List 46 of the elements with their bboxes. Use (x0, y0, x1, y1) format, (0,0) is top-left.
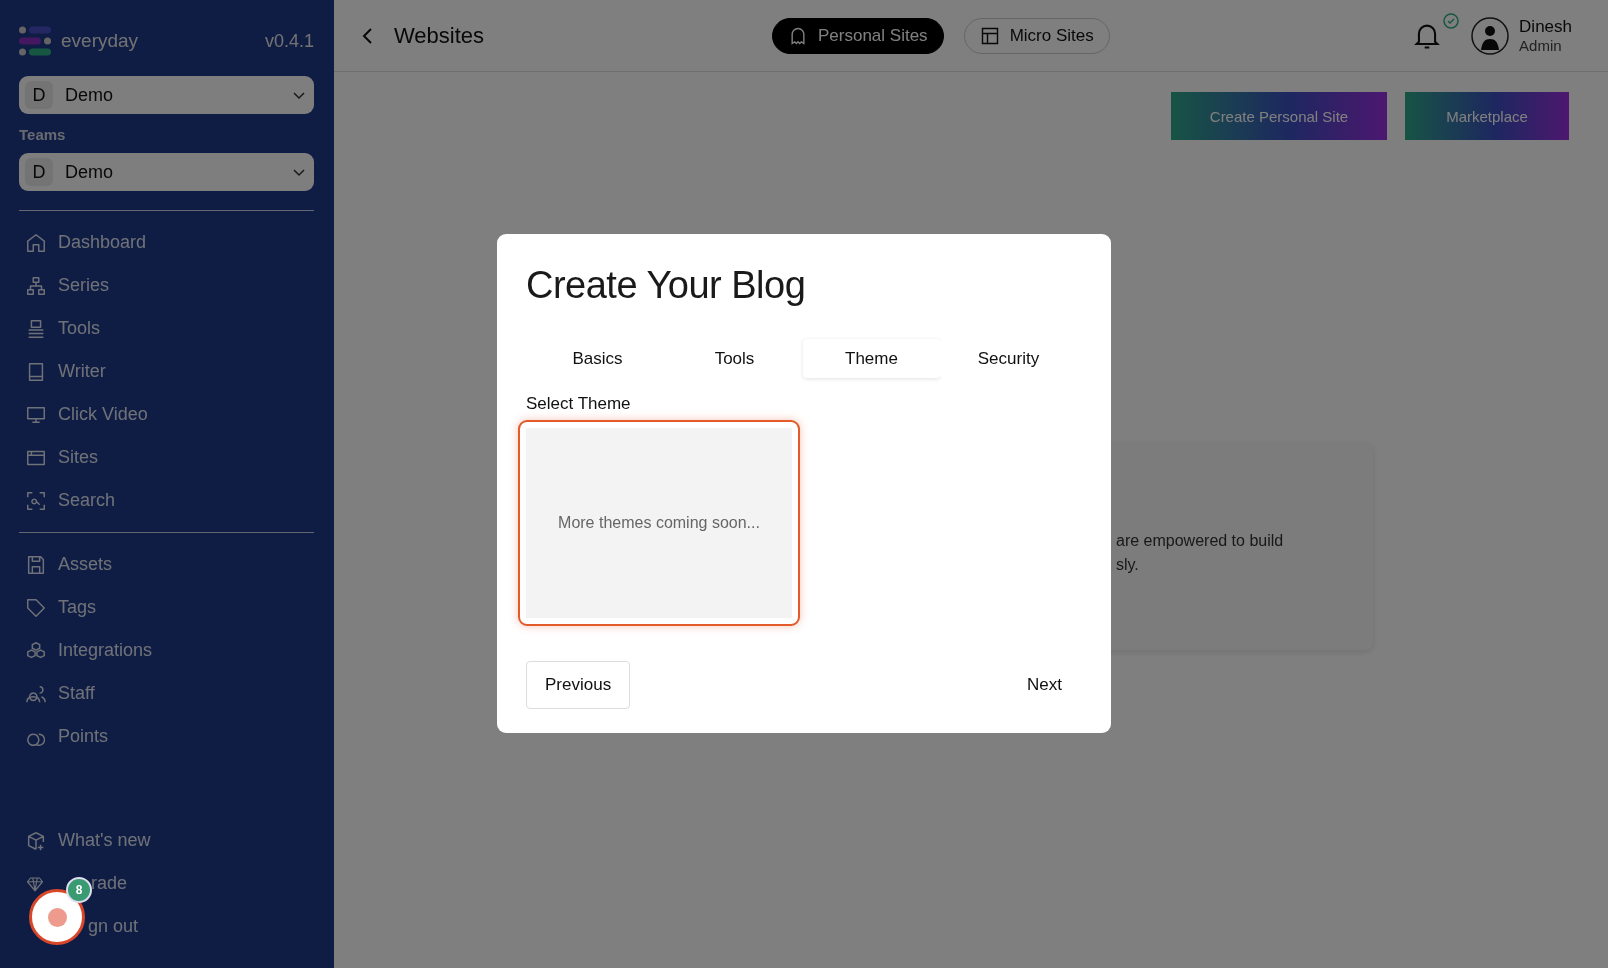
nav-link[interactable]: rade (91, 873, 128, 894)
nav-link[interactable]: gn out (88, 916, 139, 937)
ghost-icon (788, 26, 808, 46)
modal-title: Create Your Blog (526, 264, 807, 307)
brand-name: everyday (61, 30, 139, 52)
check-icon (1443, 12, 1460, 29)
user-role: Admin (1519, 37, 1563, 54)
tag-icon (25, 596, 47, 619)
home-icon (25, 231, 47, 254)
nav-item[interactable]: Sites (19, 436, 99, 479)
nav-item[interactable]: Assets (19, 543, 113, 586)
page-title: Websites (394, 22, 485, 49)
section-label: Select Theme (526, 394, 632, 414)
action-button[interactable]: Create Personal Site (1171, 92, 1387, 140)
nav-item[interactable]: Writer (19, 350, 106, 393)
logo-icon (19, 26, 51, 56)
tree-icon (25, 274, 47, 297)
version-label: v0.4.1 (264, 30, 314, 52)
teams-label: Teams (19, 126, 67, 143)
nav-link[interactable]: What's new (58, 830, 151, 851)
scan-icon (25, 489, 47, 512)
avatar[interactable] (1471, 16, 1510, 55)
nav-item[interactable]: Points (19, 715, 109, 758)
card-text: sly. (1116, 555, 1140, 575)
card-text: are empowered to build (1116, 531, 1285, 551)
step-tab[interactable]: Theme (803, 339, 940, 378)
gem-icon[interactable] (25, 874, 45, 893)
nav-item[interactable]: Staff (19, 672, 95, 715)
nav-item[interactable]: Integrations (19, 629, 153, 672)
layout-icon (979, 26, 1000, 46)
nav-item[interactable]: Dashboard (19, 221, 147, 264)
theme-card[interactable]: More themes coming soon... (518, 420, 800, 626)
section-tab[interactable]: Micro Sites (963, 18, 1110, 54)
team-select[interactable]: D Demo (19, 153, 314, 191)
workspace-select[interactable]: D Demo (19, 76, 314, 114)
nav-item[interactable]: Search (19, 479, 116, 522)
user-name: Dinesh (1519, 17, 1572, 37)
box-icon[interactable] (25, 829, 47, 852)
action-button[interactable]: Marketplace (1405, 92, 1569, 140)
save-icon (25, 553, 47, 576)
nav-item[interactable]: Series (19, 264, 110, 307)
section-tab[interactable]: Personal Sites (772, 18, 944, 54)
previous-button[interactable]: Previous (526, 661, 631, 709)
nav-item[interactable]: Tags (19, 586, 97, 629)
nav-item[interactable]: Tools (19, 307, 101, 350)
nav-item[interactable]: Click Video (19, 393, 148, 436)
